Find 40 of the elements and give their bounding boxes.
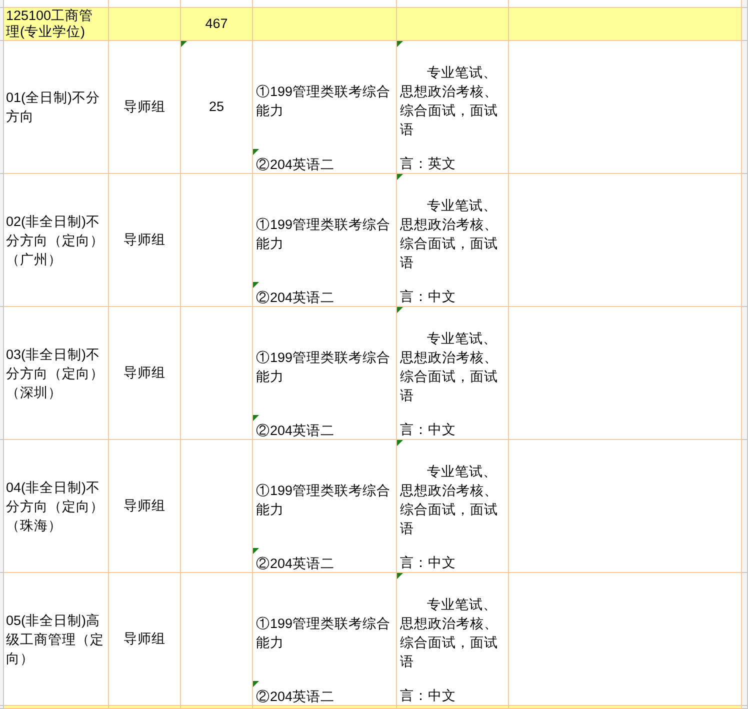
exam-subject-text: ②204英语二 <box>256 157 335 172</box>
exam-subject-text: ①199管理类联考综合能力 <box>256 615 392 652</box>
comment-marker-icon <box>253 681 259 687</box>
exam-subject-text: ①199管理类联考综合能力 <box>256 83 392 120</box>
program-name-cell: 125100工商管理(专业学位) <box>4 8 109 41</box>
exam-language-text: 言：中文 <box>400 421 457 439</box>
comment-marker-icon <box>253 548 259 554</box>
exam-subject-text: ②204英语二 <box>256 290 335 305</box>
exam-language-text: 言：中文 <box>400 687 457 705</box>
comment-marker-icon <box>253 149 259 155</box>
exam-subject-text: ①199管理类联考综合能力 <box>256 349 392 386</box>
supervisor-cell: 导师组 <box>109 174 181 307</box>
comment-marker-icon <box>397 174 403 180</box>
exam-language-text: 言：中文 <box>400 554 457 572</box>
supervisor-cell: 导师组 <box>109 307 181 440</box>
exam-method-text: 专业笔试、思想政治考核、综合面试，面试语 <box>400 64 499 139</box>
total-quota-cell: 467 <box>181 8 253 41</box>
direction-cell: 04(非全日制)不分方向（定向）（珠海） <box>4 440 109 573</box>
direction-cell: 02(非全日制)不分方向（定向）（广州） <box>4 174 109 307</box>
exam-method-text: 专业笔试、思想政治考核、综合面试，面试语 <box>400 197 499 272</box>
exam-method-text: 专业笔试、思想政治考核、综合面试，面试语 <box>400 596 499 671</box>
direction-cell: 01(全日制)不分方向 <box>4 41 109 174</box>
comment-marker-icon <box>397 440 403 446</box>
exam-subject-text: ①199管理类联考综合能力 <box>256 216 392 253</box>
comment-marker-icon <box>253 415 259 421</box>
supervisor-cell: 导师组 <box>109 440 181 573</box>
exam-subject-text: ②204英语二 <box>256 556 335 571</box>
supervisor-cell: 导师组 <box>109 41 181 174</box>
direction-cell: 03(非全日制)不分方向（定向）（深圳） <box>4 307 109 440</box>
exam-language-text: 言：中文 <box>400 288 457 306</box>
comment-marker-icon <box>397 573 403 579</box>
exam-method-text: 专业笔试、思想政治考核、综合面试，面试语 <box>400 330 499 405</box>
comment-marker-icon <box>397 307 403 313</box>
exam-subject-text: ②204英语二 <box>256 689 335 704</box>
exam-method-text: 专业笔试、思想政治考核、综合面试，面试语 <box>400 463 499 538</box>
quota-text: 25 <box>208 99 224 115</box>
comment-marker-icon <box>253 282 259 288</box>
exam-subject-text: ①199管理类联考综合能力 <box>256 482 392 519</box>
exam-language-text: 言：英文 <box>400 155 457 173</box>
exam-subject-text: ②204英语二 <box>256 423 335 438</box>
